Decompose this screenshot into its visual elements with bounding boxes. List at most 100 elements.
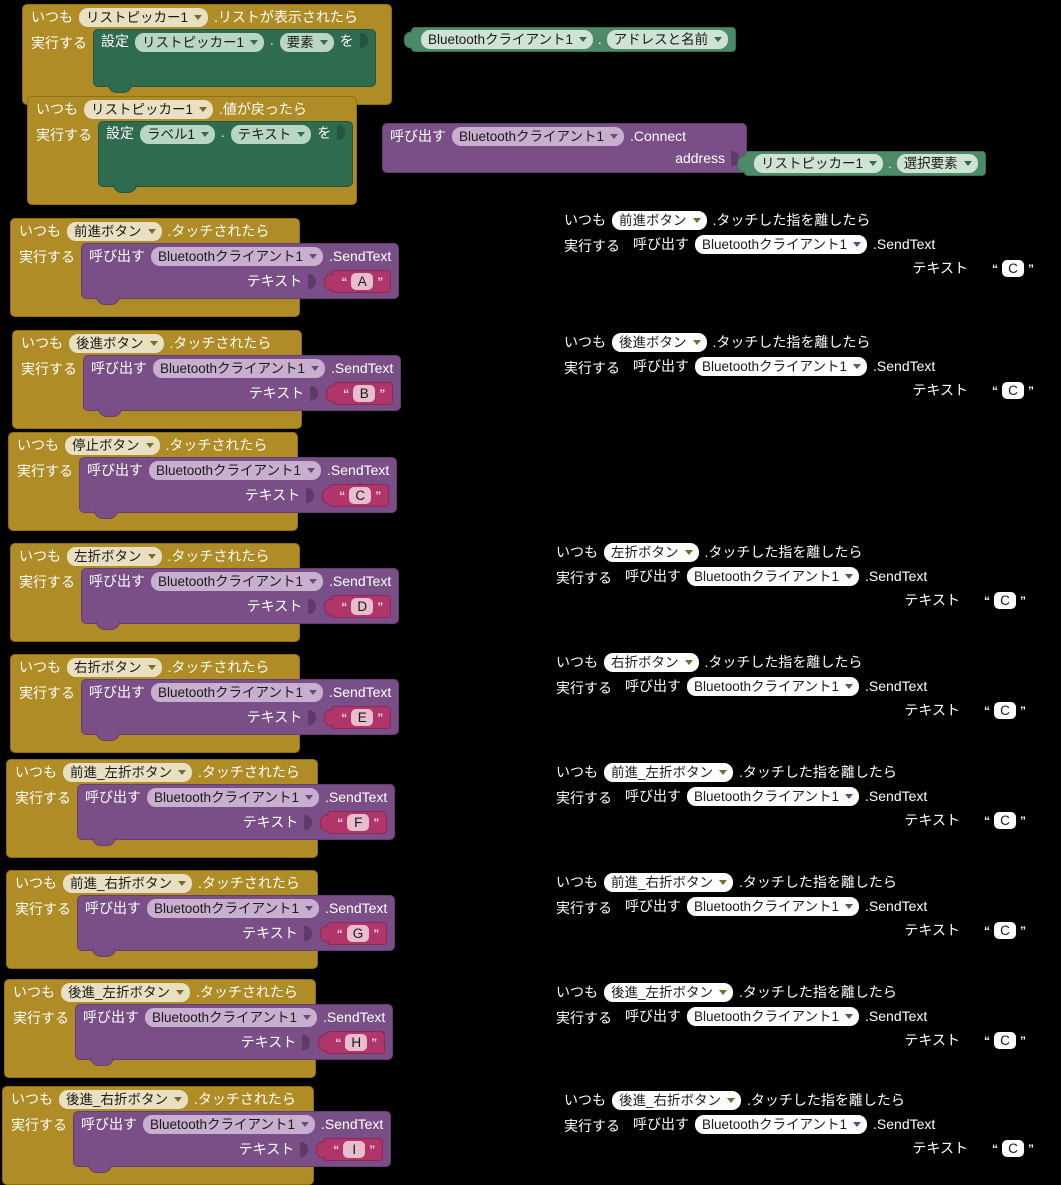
string-value[interactable]: C xyxy=(1002,1140,1024,1157)
component-dropdown-button[interactable]: 前進ボタン xyxy=(612,211,707,230)
component-dropdown-listpicker[interactable]: リストピッカー1 xyxy=(84,100,214,119)
block-text-string[interactable]: “I” xyxy=(323,1138,384,1161)
getter-body[interactable]: Bluetoothクライアント1 . アドレスと名前 xyxy=(411,27,737,52)
setter-component-dropdown[interactable]: ラベル1 xyxy=(140,125,216,144)
block-call-bluetooth-sendtext[interactable]: 呼び出す Bluetoothクライアント1 .SendText テキスト “D” xyxy=(81,568,400,630)
block-text-string[interactable]: “C” xyxy=(983,258,1041,279)
block-touch-up-7[interactable]: いつも 後進_右折ボタン .タッチした指を離したら 実行する 呼び出す Bluetooth… xyxy=(556,1088,1056,1168)
block-touch-down-1[interactable]: いつも 後進ボタン .タッチされたら 実行する 呼び出す Bluetoothクライアント1… xyxy=(12,330,402,429)
block-touch-up-2[interactable]: いつも 左折ボタン .タッチした指を離したら 実行する 呼び出す Bluetoothクライ… xyxy=(548,540,1048,620)
string-value[interactable]: C xyxy=(994,702,1016,719)
block-text-string[interactable]: “C” xyxy=(975,920,1033,941)
setter-property-dropdown[interactable]: テキスト xyxy=(230,125,312,144)
block-touch-up-1[interactable]: いつも 後進ボタン .タッチした指を離したら 実行する 呼び出す Bluetoothクライ… xyxy=(556,330,1056,410)
string-value[interactable]: D xyxy=(351,598,374,615)
call-component-dropdown[interactable]: Bluetoothクライアント1 xyxy=(452,127,625,146)
component-dropdown-button[interactable]: 後進_右折ボタン xyxy=(59,1090,189,1109)
component-dropdown-button[interactable]: 左折ボタン xyxy=(604,543,699,562)
call-component-dropdown[interactable]: Bluetoothクライアント1 xyxy=(695,1115,868,1134)
call-component-dropdown[interactable]: Bluetoothクライアント1 xyxy=(695,357,868,376)
component-dropdown-button[interactable]: 前進ボタン xyxy=(67,222,162,241)
block-text-string[interactable]: “C” xyxy=(975,700,1033,721)
call-component-dropdown[interactable]: Bluetoothクライアント1 xyxy=(145,1008,318,1027)
block-touch-down-7[interactable]: いつも 後進_左折ボタン .タッチされたら 実行する 呼び出す Bluetoothクライア… xyxy=(4,979,394,1078)
component-dropdown-button[interactable]: 後進ボタン xyxy=(69,334,164,353)
component-dropdown-listpicker[interactable]: リストピッカー1 xyxy=(79,8,209,27)
block-touch-up-5[interactable]: いつも 前進_右折ボタン .タッチした指を離したら 実行する 呼び出す Bluetooth… xyxy=(548,870,1048,950)
setter-property-dropdown[interactable]: 要素 xyxy=(279,33,334,52)
component-dropdown-button[interactable]: 前進_左折ボタン xyxy=(604,763,734,782)
block-touch-down-5[interactable]: いつも 前進_左折ボタン .タッチされたら 実行する 呼び出す Bluetoothクライア… xyxy=(6,759,396,858)
block-call-bluetooth-sendtext[interactable]: 呼び出す Bluetoothクライアント1 .SendText テキスト “C” xyxy=(626,354,1048,406)
call-body[interactable]: 呼び出す Bluetoothクライアント1 .Connect address xyxy=(382,123,747,173)
call-component-dropdown[interactable]: Bluetoothクライアント1 xyxy=(147,788,320,807)
block-call-bluetooth-sendtext[interactable]: 呼び出す Bluetoothクライアント1 .SendText テキスト “E” xyxy=(81,679,400,741)
call-component-dropdown[interactable]: Bluetoothクライアント1 xyxy=(687,897,860,916)
string-value[interactable]: H xyxy=(345,1034,368,1051)
block-touch-up-6[interactable]: いつも 後進_左折ボタン .タッチした指を離したら 実行する 呼び出す Bluetooth… xyxy=(548,980,1048,1060)
block-text-string[interactable]: “F” xyxy=(327,811,388,834)
block-text-string[interactable]: “C” xyxy=(975,1030,1033,1051)
getter-property-dropdown[interactable]: 選択要素 xyxy=(896,154,978,173)
block-call-bluetooth-sendtext[interactable]: 呼び出す Bluetoothクライアント1 .SendText テキスト “C” xyxy=(618,1004,1040,1056)
block-call-bluetooth-sendtext[interactable]: 呼び出す Bluetoothクライアント1 .SendText テキスト “F” xyxy=(77,784,396,846)
component-dropdown-button[interactable]: 右折ボタン xyxy=(604,653,699,672)
block-touch-up-4[interactable]: いつも 前進_左折ボタン .タッチした指を離したら 実行する 呼び出す Bluetooth… xyxy=(548,760,1048,840)
component-dropdown-button[interactable]: 後進ボタン xyxy=(612,333,707,352)
block-touch-down-2[interactable]: いつも 停止ボタン .タッチされたら 実行する 呼び出す Bluetoothクライアント1… xyxy=(8,432,398,531)
block-text-string[interactable]: “A” xyxy=(331,270,392,293)
string-value[interactable]: C xyxy=(994,1032,1016,1049)
call-component-dropdown[interactable]: Bluetoothクライアント1 xyxy=(687,567,860,586)
block-text-string[interactable]: “C” xyxy=(975,810,1033,831)
call-component-dropdown[interactable]: Bluetoothクライアント1 xyxy=(143,1115,316,1134)
string-value[interactable]: C xyxy=(994,812,1016,829)
component-dropdown-button[interactable]: 前進_左折ボタン xyxy=(63,763,193,782)
getter-property-dropdown[interactable]: アドレスと名前 xyxy=(606,30,729,49)
string-value[interactable]: I xyxy=(343,1141,366,1158)
block-text-string[interactable]: “C” xyxy=(983,1138,1041,1159)
string-value[interactable]: C xyxy=(1002,382,1024,399)
string-value[interactable]: C xyxy=(994,922,1016,939)
string-value[interactable]: C xyxy=(349,487,372,504)
block-text-string[interactable]: “C” xyxy=(329,484,390,507)
block-call-bluetooth-sendtext[interactable]: 呼び出す Bluetoothクライアント1 .SendText テキスト “C” xyxy=(618,564,1040,616)
block-set-label1-text[interactable]: 設定 ラベル1 . テキスト を xyxy=(98,121,354,193)
string-value[interactable]: F xyxy=(347,814,370,831)
block-call-bluetooth-sendtext[interactable]: 呼び出す Bluetoothクライアント1 .SendText テキスト “C” xyxy=(79,457,398,519)
call-component-dropdown[interactable]: Bluetoothクライアント1 xyxy=(687,1007,860,1026)
block-touch-up-3[interactable]: いつも 右折ボタン .タッチした指を離したら 実行する 呼び出す Bluetoothクライ… xyxy=(548,650,1048,730)
call-component-dropdown[interactable]: Bluetoothクライアント1 xyxy=(687,677,860,696)
getter-component-dropdown[interactable]: Bluetoothクライアント1 xyxy=(421,30,594,49)
component-dropdown-button[interactable]: 前進_右折ボタン xyxy=(604,873,734,892)
block-call-bluetooth-sendtext[interactable]: 呼び出す Bluetoothクライアント1 .SendText テキスト “C” xyxy=(618,894,1040,946)
component-dropdown-button[interactable]: 停止ボタン xyxy=(65,436,160,455)
getter-body[interactable]: リストピッカー1 . 選択要素 xyxy=(744,151,986,176)
block-call-bluetooth-sendtext[interactable]: 呼び出す Bluetoothクライアント1 .SendText テキスト “I” xyxy=(73,1111,392,1173)
block-call-bluetooth-sendtext[interactable]: 呼び出す Bluetoothクライアント1 .SendText テキスト “C” xyxy=(626,1112,1048,1164)
call-component-dropdown[interactable]: Bluetoothクライアント1 xyxy=(147,899,320,918)
block-listpicker-before-picking[interactable]: いつも リストピッカー1 .リストが表示されたら 実行する 設定 リストピッカー… xyxy=(22,4,392,105)
block-call-bluetooth-sendtext[interactable]: 呼び出す Bluetoothクライアント1 .SendText テキスト “B” xyxy=(83,355,402,417)
getter-component-dropdown[interactable]: リストピッカー1 xyxy=(754,154,884,173)
block-touch-down-3[interactable]: いつも 左折ボタン .タッチされたら 実行する 呼び出す Bluetoothクライアント1… xyxy=(10,543,400,642)
block-touch-down-4[interactable]: いつも 右折ボタン .タッチされたら 実行する 呼び出す Bluetoothクライアント1… xyxy=(10,654,400,753)
block-listpicker-after-picking[interactable]: いつも リストピッカー1 .値が戻ったら 実行する 設定 ラベル1 . テキスト… xyxy=(27,96,357,205)
block-text-string[interactable]: “B” xyxy=(333,382,394,405)
block-set-listpicker-elements[interactable]: 設定 リストピッカー1 . 要素 を xyxy=(93,29,376,93)
call-component-dropdown[interactable]: Bluetoothクライアント1 xyxy=(151,683,324,702)
string-value[interactable]: C xyxy=(1002,260,1024,277)
string-value[interactable]: C xyxy=(994,592,1016,609)
block-text-string[interactable]: “H” xyxy=(325,1031,386,1054)
component-dropdown-button[interactable]: 前進_右折ボタン xyxy=(63,874,193,893)
block-text-string[interactable]: “G” xyxy=(326,922,388,945)
string-value[interactable]: B xyxy=(353,385,376,402)
block-text-string[interactable]: “C” xyxy=(975,590,1033,611)
call-component-dropdown[interactable]: Bluetoothクライアント1 xyxy=(151,572,324,591)
call-component-dropdown[interactable]: Bluetoothクライアント1 xyxy=(149,461,322,480)
block-call-bluetooth-sendtext[interactable]: 呼び出す Bluetoothクライアント1 .SendText テキスト “H” xyxy=(75,1004,394,1066)
component-dropdown-button[interactable]: 後進_右折ボタン xyxy=(612,1091,742,1110)
block-call-bluetooth-sendtext[interactable]: 呼び出す Bluetoothクライアント1 .SendText テキスト “G” xyxy=(77,895,396,957)
component-dropdown-button[interactable]: 後進_左折ボタン xyxy=(604,983,734,1002)
component-dropdown-button[interactable]: 左折ボタン xyxy=(67,547,162,566)
component-dropdown-button[interactable]: 右折ボタン xyxy=(67,658,162,677)
